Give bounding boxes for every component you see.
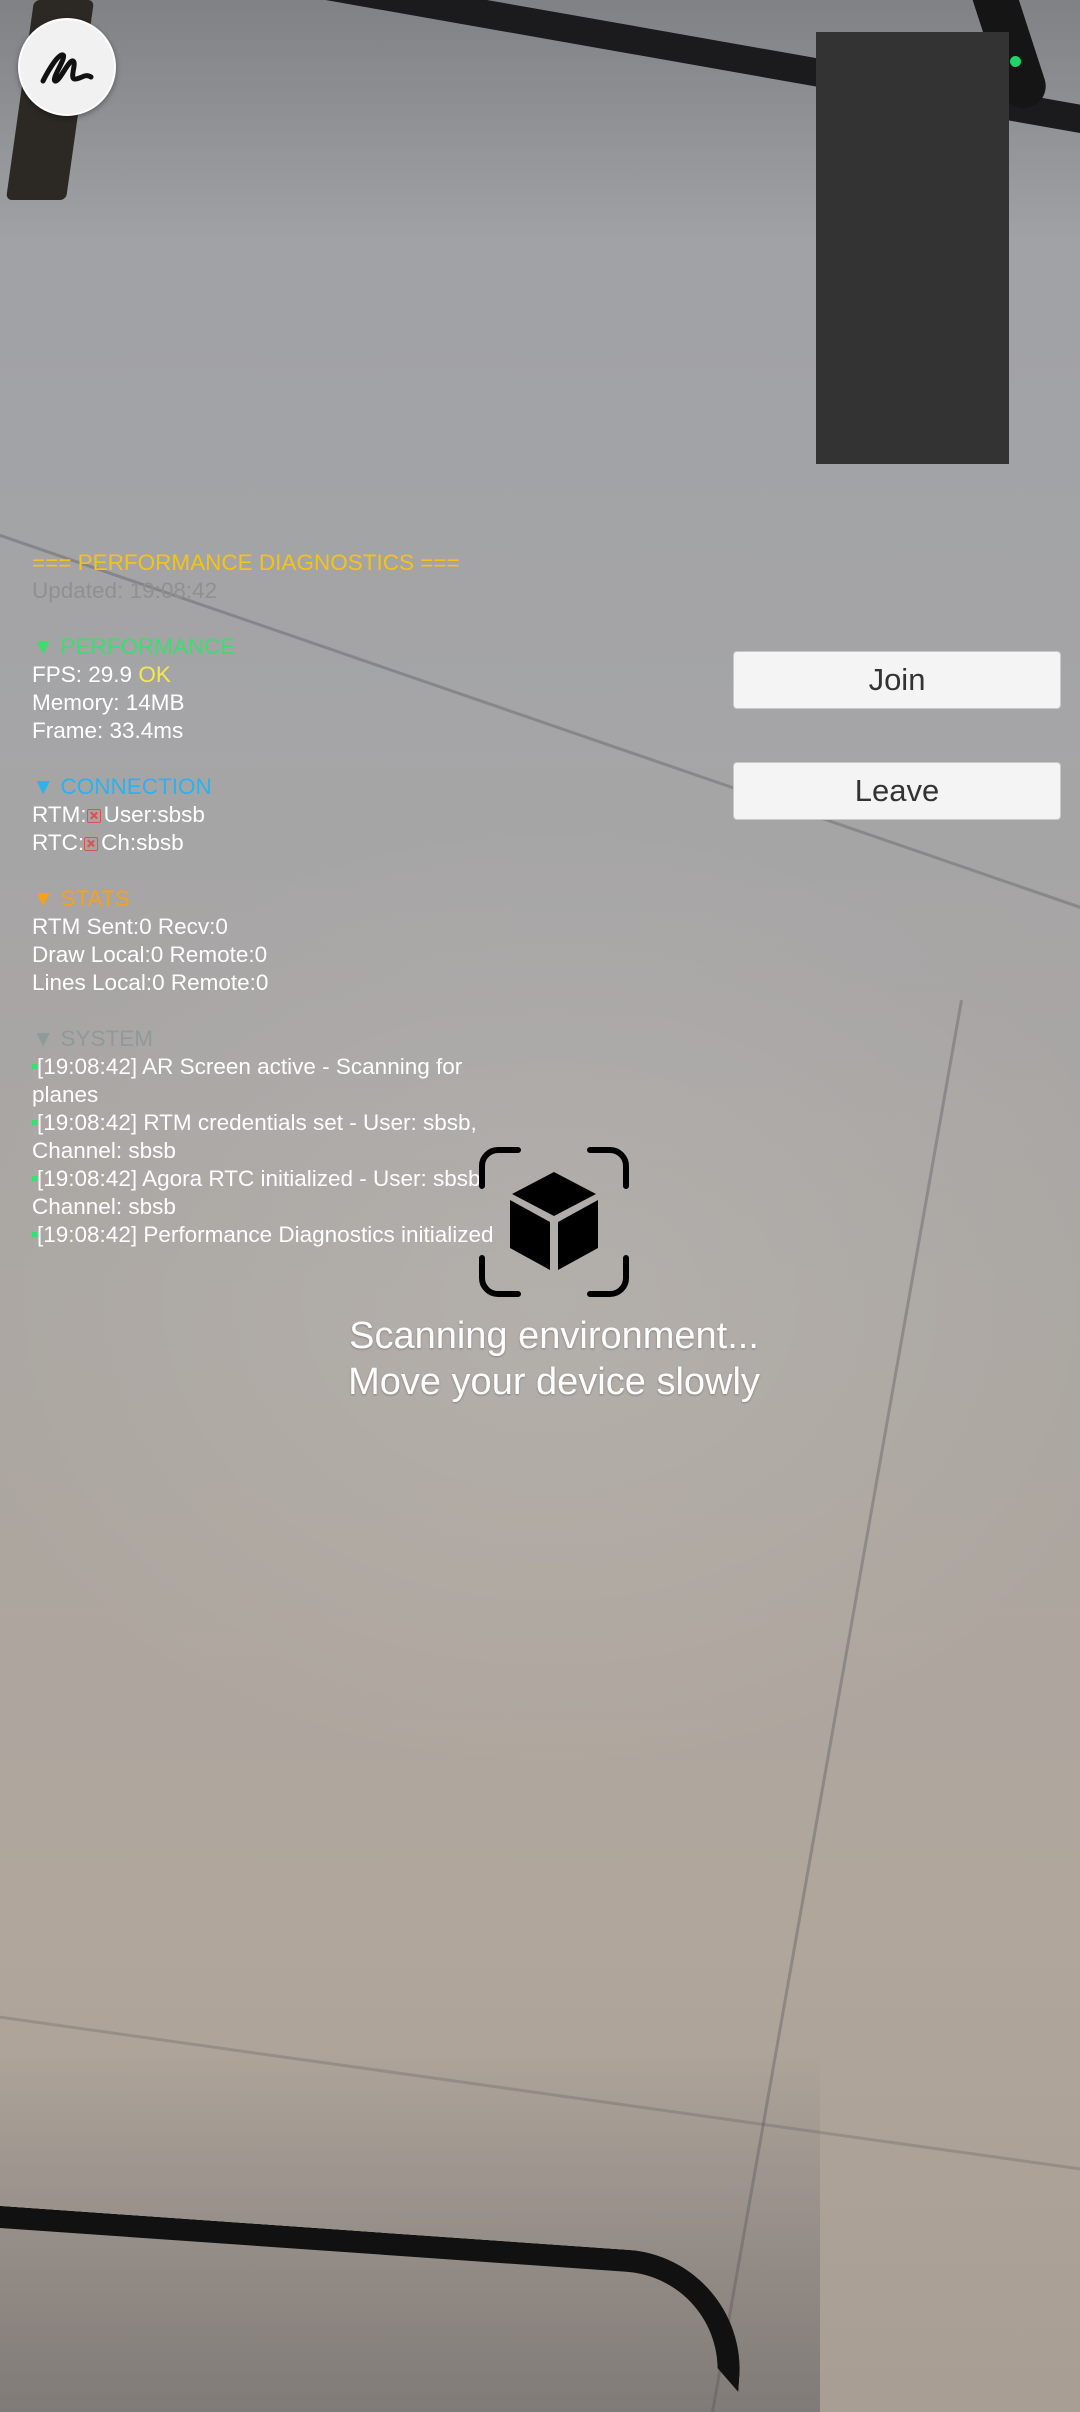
system-log-entry: [19:08:42] RTM credentials set - User: s…: [32, 1110, 477, 1163]
diagnostics-header: === PERFORMANCE DIAGNOSTICS ===: [32, 550, 460, 575]
remote-video-preview[interactable]: [816, 32, 1009, 464]
frame-time-value: Frame: 33.4ms: [32, 718, 184, 743]
diagnostics-updated-time: Updated: 19:08:42: [32, 578, 218, 603]
system-log-entry: [19:08:42] Performance Diagnostics initi…: [32, 1221, 512, 1249]
system-log-entry: [19:08:42] AR Screen active - Scanning f…: [32, 1054, 463, 1107]
draw-stats: Draw Local:0 Remote:0: [32, 942, 268, 967]
leave-button[interactable]: Leave: [733, 762, 1061, 820]
rtm-message-stats: RTM Sent:0 Recv:0: [32, 914, 228, 939]
stats-section-heading[interactable]: ▼ STATS: [32, 885, 512, 913]
scan-instructions: Scanning environment... Move your device…: [300, 1313, 808, 1405]
performance-section-heading[interactable]: ▼ PERFORMANCE: [32, 633, 512, 661]
fps-value: FPS: 29.9: [32, 662, 133, 687]
system-log-entry: [19:08:42] Agora RTC initialized - User:…: [32, 1166, 487, 1219]
rtm-label: RTM:: [32, 802, 87, 827]
floor-seam: [0, 2010, 1080, 2180]
scan-hint-line: Move your device slowly: [348, 1361, 760, 1403]
rtc-status-row: RTC: Ch:sbsb: [32, 829, 512, 857]
disconnected-icon: [84, 837, 99, 851]
rtm-status-row: RTM: User:sbsb: [32, 801, 512, 829]
performance-diagnostics-panel: === PERFORMANCE DIAGNOSTICS === Updated:…: [32, 549, 512, 1249]
rtc-channel: Ch:sbsb: [101, 830, 184, 855]
fps-status: OK: [138, 662, 171, 687]
rtc-label: RTC:: [32, 830, 85, 855]
disconnected-icon: [86, 809, 101, 823]
chair-frame: [0, 2202, 748, 2392]
fps-row: FPS: 29.9 OK: [32, 661, 512, 689]
connection-section-heading[interactable]: ▼ CONNECTION: [32, 773, 512, 801]
floor-seam: [699, 1000, 963, 2412]
scribble-logo-icon: [40, 52, 94, 84]
scan-status-line: Scanning environment...: [349, 1315, 759, 1357]
memory-value: Memory: 14MB: [32, 690, 185, 715]
rtm-user: User:sbsb: [103, 802, 205, 827]
camera-feed-shadow: [0, 2050, 820, 2412]
ar-camera-view[interactable]: Join Leave === PERFORMANCE DIAGNOSTICS =…: [0, 0, 1080, 2412]
connection-status-dot: [1010, 56, 1021, 67]
system-section-heading[interactable]: ▼ SYSTEM: [32, 1025, 512, 1053]
scribble-logo-button[interactable]: [18, 18, 116, 116]
ar-cube-scan-icon: [479, 1147, 629, 1297]
lines-stats: Lines Local:0 Remote:0: [32, 970, 269, 995]
join-button[interactable]: Join: [733, 651, 1061, 709]
